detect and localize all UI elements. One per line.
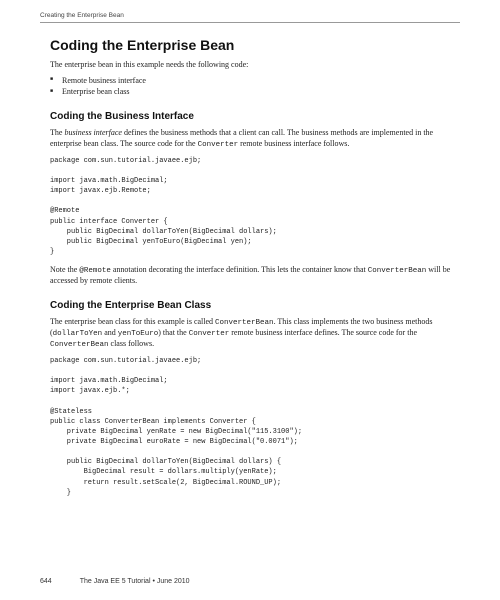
- inline-code: Converter: [189, 330, 230, 338]
- intro-paragraph: The enterprise bean in this example need…: [50, 60, 460, 71]
- inline-code: ConverterBean: [215, 319, 274, 327]
- book-title-footer: The Java EE 5 Tutorial • June 2010: [80, 577, 190, 586]
- inline-code: ConverterBean: [50, 341, 109, 349]
- running-header: Creating the Enterprise Bean: [40, 12, 124, 21]
- list-item: Remote business interface: [50, 76, 460, 87]
- code-block-converter-interface: package com.sun.tutorial.javaee.ejb; imp…: [50, 156, 460, 257]
- page-number: 644: [40, 577, 52, 586]
- inline-code: @Remote: [79, 267, 111, 275]
- business-interface-paragraph: The business interface defines the busin…: [50, 128, 460, 150]
- inline-code: ConverterBean: [368, 267, 427, 275]
- inline-code: dollarToYen: [53, 330, 103, 338]
- page-footer: 644 The Java EE 5 Tutorial • June 2010: [40, 577, 460, 586]
- code-block-converter-bean: package com.sun.tutorial.javaee.ejb; imp…: [50, 356, 460, 498]
- section-heading-bean-class: Coding the Enterprise Bean Class: [50, 299, 460, 313]
- code-needed-list: Remote business interface Enterprise bea…: [50, 76, 460, 99]
- inline-code: yenToEuro: [118, 330, 159, 338]
- bean-class-paragraph: The enterprise bean class for this examp…: [50, 317, 460, 350]
- term-business-interface: business interface: [64, 128, 122, 137]
- section-heading-business-interface: Coding the Business Interface: [50, 110, 460, 124]
- page-title: Coding the Enterprise Bean: [50, 36, 460, 55]
- remote-annotation-paragraph: Note the @Remote annotation decorating t…: [50, 265, 460, 287]
- header-rule: [40, 22, 460, 23]
- inline-code: Converter: [198, 141, 239, 149]
- list-item: Enterprise bean class: [50, 87, 460, 98]
